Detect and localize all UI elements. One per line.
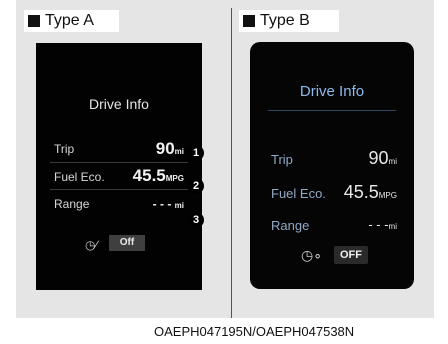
callout-2: 2 (188, 178, 204, 194)
range-value: - - -mi (368, 217, 397, 232)
divider (231, 8, 232, 318)
fuel-economy-label: Fuel Eco. (271, 186, 326, 201)
row-separator (50, 162, 188, 163)
off-button[interactable]: Off (109, 235, 145, 251)
trip-number: 90 (368, 148, 389, 168)
trip-row: Trip 90mi (271, 148, 397, 170)
range-unit: mi (388, 222, 397, 231)
range-label: Range (271, 218, 310, 233)
callout-1: 1 (188, 145, 204, 161)
fuel-economy-value: 45.5MPG (133, 166, 184, 186)
range-row: Range - - - mi (54, 197, 184, 217)
fuel-economy-label: Fuel Eco. (54, 170, 105, 184)
clock-fuel-icon: ◷∘ (301, 247, 322, 263)
bullet-square-icon (28, 15, 40, 27)
trip-label: Trip (271, 152, 293, 167)
fuel-economy-value: 45.5MPG (344, 182, 397, 203)
trip-row: Trip 90mi (54, 139, 184, 159)
range-unit: mi (174, 201, 184, 210)
fuel-economy-row: Fuel Eco. 45.5MPG (54, 166, 184, 186)
fuel-economy-row: Fuel Eco. 45.5MPG (271, 182, 397, 204)
range-number: - - - (152, 197, 172, 211)
trip-value: 90mi (369, 148, 397, 169)
trip-number: 90 (155, 139, 175, 158)
title-underline (268, 110, 396, 111)
trip-label: Trip (54, 142, 75, 156)
bullet-square-icon (243, 15, 255, 27)
type-a-label-text: Type A (45, 12, 94, 29)
callout-3: 3 (188, 212, 204, 228)
drive-info-title: Drive Info (89, 96, 149, 112)
trip-unit: mi (174, 147, 184, 156)
row-separator (50, 189, 188, 190)
fuel-economy-number: 45.5 (132, 166, 166, 185)
type-a-screen: Drive Info Trip 90mi Fuel Eco. 45.5MPG R… (36, 43, 202, 290)
range-label: Range (54, 197, 90, 211)
range-value: - - - mi (153, 197, 184, 211)
type-a-label: Type A (24, 10, 119, 32)
drive-info-title: Drive Info (299, 83, 365, 100)
clock-fuel-icon: ◷∕ (85, 238, 98, 252)
image-code: OAEPH047195N/OAEPH047538N (154, 324, 355, 339)
type-b-label-text: Type B (260, 12, 310, 29)
range-number: - - - (368, 217, 389, 232)
fuel-economy-unit: MPG (165, 174, 184, 183)
fuel-economy-number: 45.5 (343, 182, 379, 202)
type-b-label: Type B (239, 10, 339, 32)
trip-value: 90mi (156, 139, 184, 159)
off-button[interactable]: OFF (334, 246, 368, 264)
trip-unit: mi (388, 157, 397, 166)
type-b-screen: Drive Info Trip 90mi Fuel Eco. 45.5MPG R… (250, 42, 414, 289)
range-row: Range - - -mi (271, 214, 397, 236)
fuel-economy-unit: MPG (378, 191, 397, 200)
